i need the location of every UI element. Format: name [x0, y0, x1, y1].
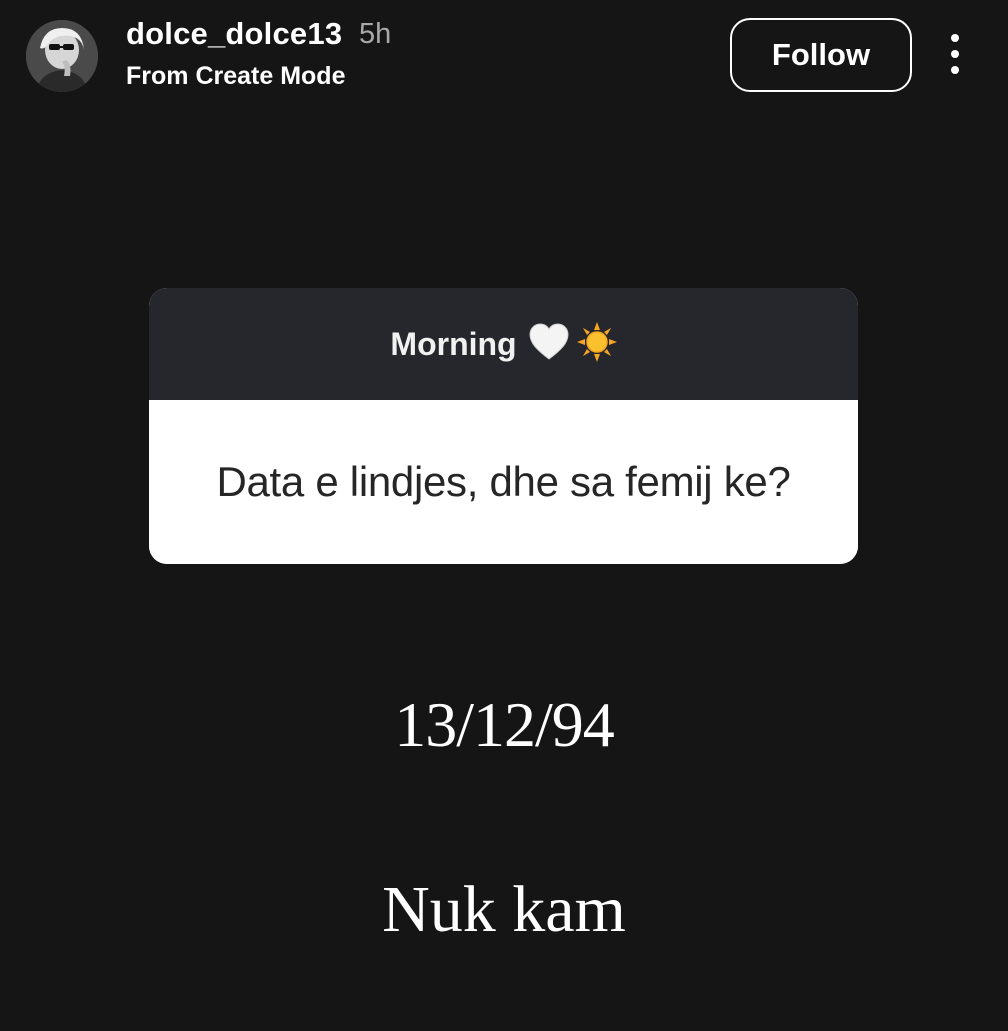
more-dot	[951, 66, 959, 74]
avatar-image	[26, 20, 98, 92]
more-vertical-icon[interactable]	[935, 30, 975, 78]
post-timestamp: 5h	[359, 18, 392, 50]
story-header: dolce_dolce13 5h From Create Mode Follow	[0, 0, 1008, 110]
more-dot	[951, 50, 959, 58]
story-source-label: From Create Mode	[126, 62, 346, 90]
question-sticker-body: Data e lindjes, dhe sa femij ke?	[149, 400, 858, 564]
username[interactable]: dolce_dolce13	[126, 16, 342, 52]
answer-birthdate: 13/12/94	[394, 689, 615, 760]
sun-icon	[576, 322, 617, 366]
avatar[interactable]	[26, 20, 98, 92]
question-sticker-title: Morning	[390, 325, 517, 362]
white-heart-icon	[529, 323, 569, 365]
question-text: Data e lindjes, dhe sa femij ke?	[216, 458, 791, 505]
follow-button[interactable]: Follow	[730, 18, 912, 92]
answer-children: Nuk kam	[382, 873, 626, 946]
more-dot	[951, 34, 959, 42]
question-sticker-header: Morning	[149, 288, 858, 400]
question-sticker: Morning Data e lindjes, dhe sa femij ke?	[149, 288, 858, 564]
